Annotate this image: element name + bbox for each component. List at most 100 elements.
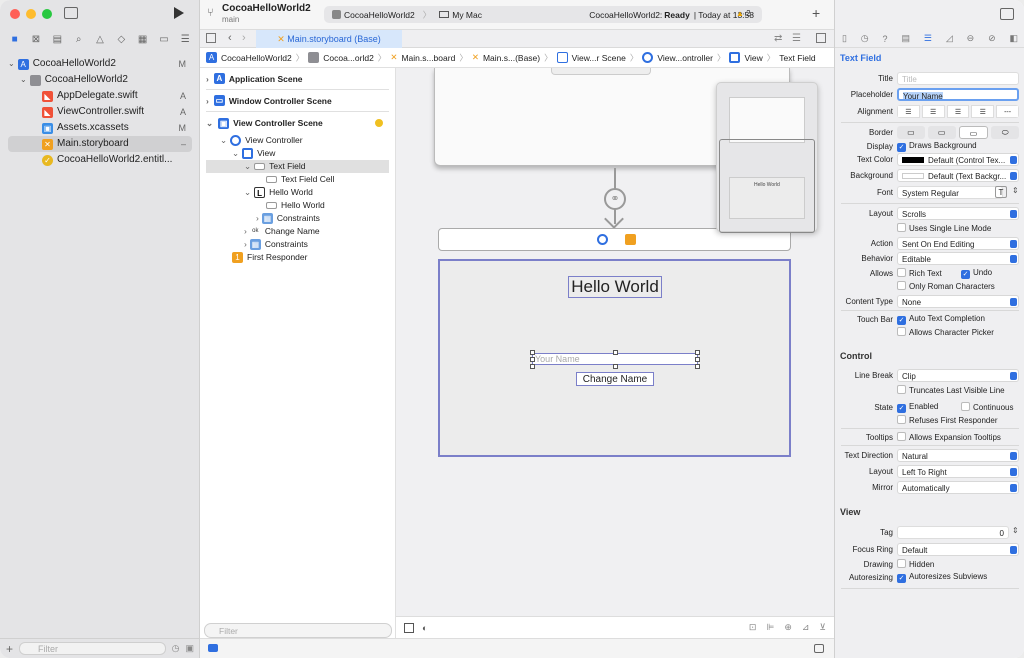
auto-completion-checkbox[interactable]: ✓ Auto Text Completion xyxy=(897,314,985,325)
behavior-popup[interactable]: Editable xyxy=(897,252,1019,265)
font-field[interactable]: System Regular xyxy=(897,186,1003,199)
identity-inspector-icon[interactable]: ▤ xyxy=(901,33,910,44)
navigator-filter-input[interactable]: Filter xyxy=(19,642,166,655)
tree-item-folder[interactable]: ⌄ CocoaHelloWorld2 xyxy=(0,72,200,88)
change-name-button[interactable]: Change Name xyxy=(576,372,654,386)
file-inspector-icon[interactable]: ▯ xyxy=(842,33,847,44)
resize-handle[interactable] xyxy=(695,357,700,362)
related-items-icon[interactable]: ⇄ xyxy=(774,33,782,44)
outline-item[interactable]: ⌄ View xyxy=(200,147,395,160)
continuous-checkbox[interactable]: Continuous xyxy=(961,402,1013,412)
minimap[interactable]: Hello World xyxy=(716,82,818,233)
breadcrumb-item[interactable]: Text Field xyxy=(779,53,815,63)
split-editor-icon[interactable] xyxy=(816,33,826,43)
debug-area-toggle-icon[interactable] xyxy=(208,644,218,652)
expansion-tooltips-checkbox[interactable]: Allows Expansion Tooltips xyxy=(897,432,1001,442)
pin-icon[interactable]: ⊕ xyxy=(784,622,792,633)
minimize-button[interactable] xyxy=(26,9,36,19)
content-type-popup[interactable]: None xyxy=(897,295,1019,308)
debug-nav-icon[interactable]: ▦ xyxy=(136,34,150,45)
undo-checkbox[interactable]: ✓ Undo xyxy=(961,268,992,279)
resize-handle[interactable] xyxy=(530,357,535,362)
resize-handle[interactable] xyxy=(530,350,535,355)
outline-toggle-icon[interactable]: ◐ xyxy=(404,622,427,633)
refuses-checkbox[interactable]: Refuses First Responder xyxy=(897,415,997,425)
tag-input[interactable]: 0 xyxy=(897,526,1009,539)
outline-item[interactable]: ⌄ L Hello World xyxy=(200,186,395,199)
warning-badge[interactable]: ▲ 2 xyxy=(736,9,751,18)
action-popup[interactable]: Sent On End Editing xyxy=(897,237,1019,250)
align-icon[interactable]: ⊫ xyxy=(766,622,774,633)
embed-in-icon[interactable]: ⊻ xyxy=(819,622,826,633)
char-picker-checkbox[interactable]: Allows Character Picker xyxy=(897,327,994,337)
outline-item[interactable]: › ok Change Name xyxy=(200,225,395,238)
outline-item[interactable]: › ▦ Constraints xyxy=(200,238,395,251)
zoom-button[interactable] xyxy=(42,9,52,19)
dock-view-controller-icon[interactable] xyxy=(597,234,608,245)
outline-item[interactable]: › ▦ Constraints xyxy=(200,212,395,225)
source-control-icon[interactable]: ⊠ xyxy=(29,34,43,45)
tree-item-file[interactable]: ▣ Assets.xcassets M xyxy=(0,120,200,136)
outline-item[interactable]: ⌄ View Controller xyxy=(200,134,395,147)
outline-scene[interactable]: ⌄ ▣ View Controller Scene xyxy=(206,112,389,134)
add-icon[interactable]: + xyxy=(6,642,13,656)
effects-inspector-icon[interactable]: ◧ xyxy=(1010,33,1019,44)
align-left-icon[interactable]: ☰ xyxy=(897,105,920,118)
placeholder-input[interactable]: Your Name xyxy=(897,88,1019,101)
outline-item[interactable]: 1 First Responder xyxy=(200,251,395,264)
rich-text-checkbox[interactable]: Rich Text xyxy=(897,268,942,278)
text-direction-popup[interactable]: Natural xyxy=(897,449,1019,462)
layout-popup[interactable]: Scrolls xyxy=(897,207,1019,220)
segue-icon[interactable]: ⚭ xyxy=(604,188,626,210)
storyboard-canvas[interactable]: ⚭ Hello World Your Name Change Name Hell… xyxy=(396,68,834,616)
align-center-icon[interactable]: ☰ xyxy=(921,105,945,118)
view-controller-view[interactable]: Hello World Your Name Change Name xyxy=(438,259,791,457)
back-icon[interactable]: ‹ xyxy=(228,32,232,44)
recent-files-icon[interactable]: ◷ xyxy=(172,643,180,654)
tree-item-project[interactable]: ⌄ A CocoaHelloWorld2 M xyxy=(0,56,200,72)
issue-nav-icon[interactable]: △ xyxy=(93,34,107,45)
resize-handle[interactable] xyxy=(613,350,618,355)
forward-icon[interactable]: › xyxy=(242,32,246,44)
enabled-checkbox[interactable]: ✓ Enabled xyxy=(897,402,938,413)
tab-main-storyboard[interactable]: ✕ Main.storyboard (Base) xyxy=(256,30,402,48)
symbol-nav-icon[interactable]: ▤ xyxy=(50,34,64,45)
attributes-inspector-icon[interactable]: ☰ xyxy=(924,33,932,44)
outline-scene[interactable]: › A Application Scene xyxy=(206,68,389,90)
title-input[interactable]: Title xyxy=(897,72,1019,85)
draws-background-checkbox[interactable]: ✓ Draws Background xyxy=(897,141,977,152)
line-break-popup[interactable]: Clip xyxy=(897,369,1019,382)
dock-first-responder-icon[interactable] xyxy=(625,234,636,245)
font-picker-icon[interactable]: T xyxy=(995,186,1007,198)
appearance-icon[interactable]: ◐ xyxy=(422,623,427,633)
roman-checkbox[interactable]: Only Roman Characters xyxy=(897,281,995,291)
hidden-checkbox[interactable]: Hidden xyxy=(897,559,934,569)
resize-handle[interactable] xyxy=(695,350,700,355)
tree-item-file-selected[interactable]: ✕ Main.storyboard – xyxy=(8,136,192,152)
align-right-icon[interactable]: ☰ xyxy=(946,105,970,118)
folder-nav-icon[interactable]: ■ xyxy=(8,34,22,45)
truncates-checkbox[interactable]: Truncates Last Visible Line xyxy=(897,385,1005,395)
tree-item-file[interactable]: ◣ ViewController.swift A xyxy=(0,104,200,120)
grid-icon[interactable] xyxy=(206,33,216,43)
tree-item-file[interactable]: ◣ AppDelegate.swift A xyxy=(0,88,200,104)
add-tab-icon[interactable]: + xyxy=(812,5,820,21)
breakpoint-nav-icon[interactable]: ▭ xyxy=(157,34,171,45)
help-inspector-icon[interactable]: ? xyxy=(883,34,888,44)
sidebar-toggle-icon[interactable] xyxy=(64,7,78,19)
history-inspector-icon[interactable]: ◷ xyxy=(861,33,869,44)
control-layout-popup[interactable]: Left To Right xyxy=(897,465,1019,478)
breadcrumb-item[interactable]: View xyxy=(744,53,762,63)
outline-scene[interactable]: › ▭ Window Controller Scene xyxy=(206,90,389,112)
bindings-inspector-icon[interactable]: ⊘ xyxy=(988,33,996,44)
hello-world-label[interactable]: Hello World xyxy=(568,276,662,298)
border-rounded-icon[interactable]: ⬭ xyxy=(991,126,1019,139)
report-nav-icon[interactable]: ☰ xyxy=(178,34,192,45)
tree-item-file[interactable]: ✓ CocoaHelloWorld2.entitl... xyxy=(0,152,200,168)
close-button[interactable] xyxy=(10,9,20,19)
document-outline-icon[interactable] xyxy=(404,622,414,633)
text-color-popup[interactable]: Default (Control Tex... xyxy=(897,153,1019,166)
breadcrumb-item[interactable]: CocoaHelloWorld2 xyxy=(221,53,292,63)
resize-handle[interactable] xyxy=(695,364,700,369)
mirror-popup[interactable]: Automatically xyxy=(897,481,1019,494)
